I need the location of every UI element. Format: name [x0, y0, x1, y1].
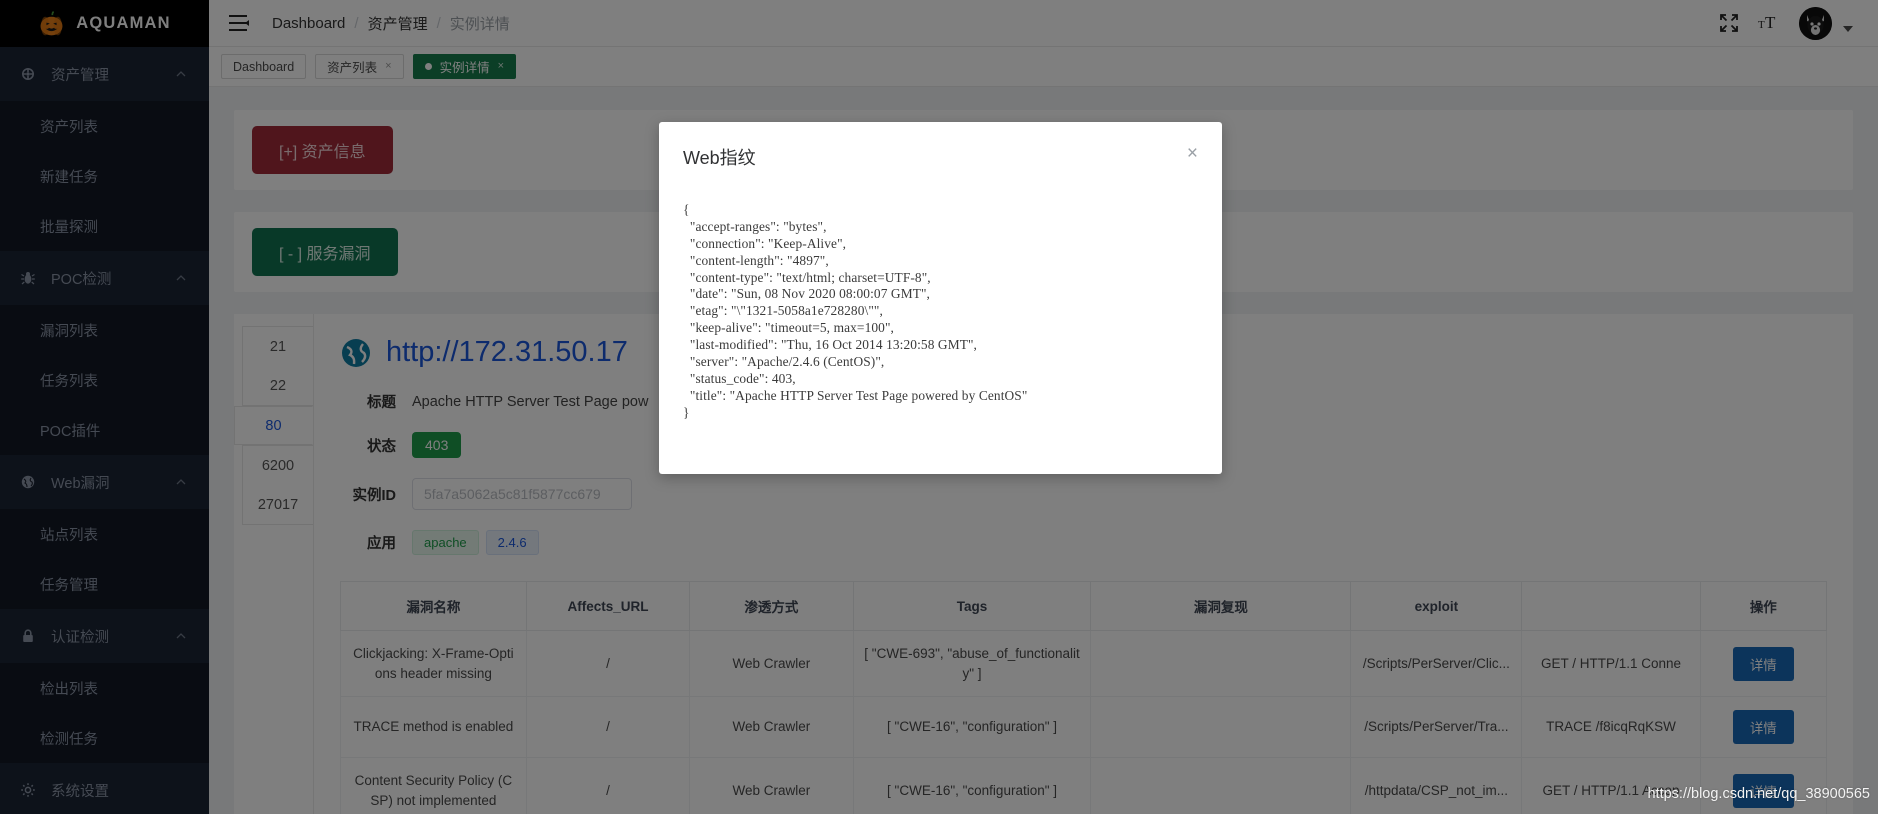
web-fingerprint-modal: Web指纹 × { "accept-ranges": "bytes", "con… — [659, 122, 1222, 474]
modal-title: Web指纹 — [683, 148, 756, 168]
app-root: AQUAMAN 资产管理 资产列表 新建任务 批量探测 POC检测 漏洞列表 任… — [0, 0, 1878, 814]
fingerprint-json: { "accept-ranges": "bytes", "connection"… — [683, 202, 1028, 420]
close-icon[interactable]: × — [1187, 144, 1198, 163]
modal-body: { "accept-ranges": "bytes", "connection"… — [659, 170, 1222, 422]
modal-header: Web指纹 × — [659, 122, 1222, 170]
